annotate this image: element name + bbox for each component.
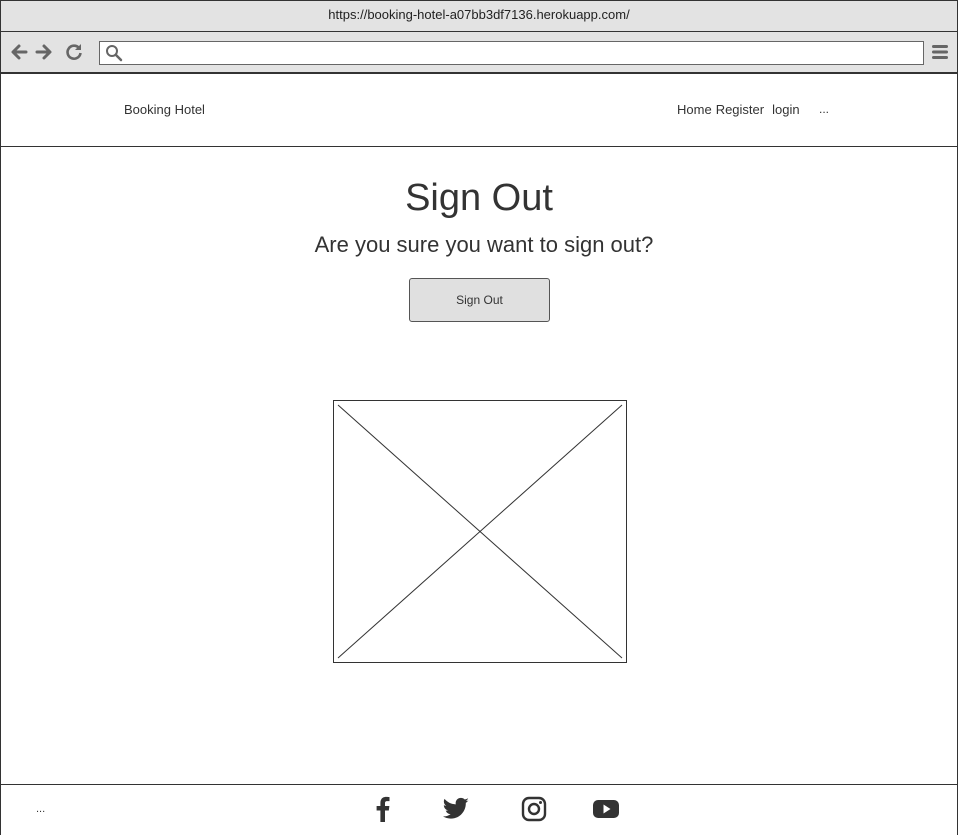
address-input[interactable] (128, 43, 912, 63)
twitter-icon[interactable] (441, 795, 471, 823)
image-placeholder (333, 400, 627, 663)
back-arrow-icon[interactable] (9, 42, 29, 62)
sign-out-button[interactable]: Sign Out (409, 278, 550, 322)
nav-link-register[interactable]: Register (716, 102, 764, 117)
page-title: Sign Out (405, 177, 553, 219)
search-icon (106, 45, 123, 62)
site-footer: ... (1, 784, 957, 835)
instagram-icon[interactable] (520, 795, 548, 823)
forward-arrow-icon[interactable] (34, 42, 54, 62)
brand-logo-text[interactable]: Booking Hotel (124, 102, 205, 117)
footer-text: ... (36, 803, 46, 815)
facebook-icon[interactable] (369, 795, 397, 823)
browser-title-bar: https://booking-hotel-a07bb3df7136.herok… (1, 1, 957, 32)
reload-icon[interactable] (64, 42, 84, 62)
youtube-icon[interactable] (591, 795, 621, 823)
nav-link-login[interactable]: login (772, 102, 799, 117)
nav-link-home[interactable]: Home (677, 102, 712, 117)
browser-toolbar (1, 32, 957, 74)
nav-links: Home Register login (677, 102, 800, 117)
page-url-title: https://booking-hotel-a07bb3df7136.herok… (328, 7, 630, 22)
browser-window: https://booking-hotel-a07bb3df7136.herok… (0, 0, 958, 835)
nav-more: ... (819, 102, 830, 116)
address-bar[interactable] (99, 41, 924, 65)
page-subtitle: Are you sure you want to sign out? (314, 232, 654, 257)
hamburger-menu-icon[interactable] (930, 42, 950, 62)
site-navbar: Booking Hotel Home Register login ... (1, 74, 957, 147)
